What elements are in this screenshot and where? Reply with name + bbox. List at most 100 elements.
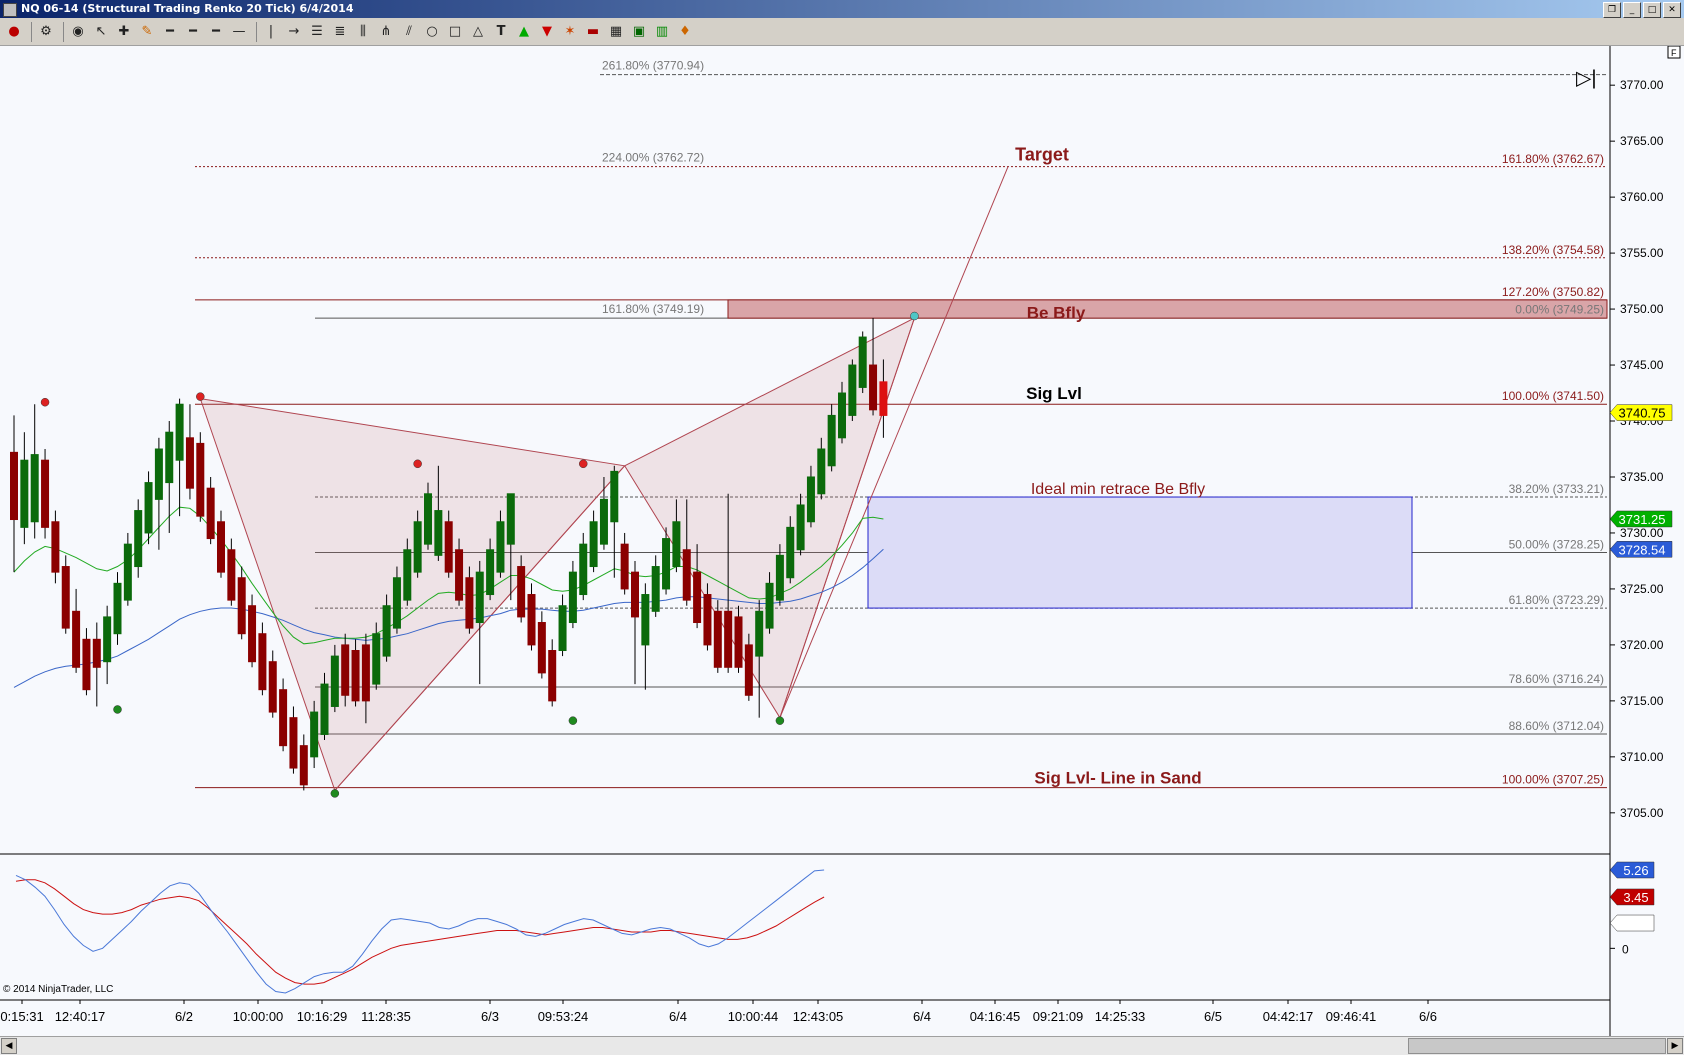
swing-low-dot (113, 705, 122, 714)
vertical-line-icon[interactable]: | (261, 22, 281, 42)
scroll-left-icon[interactable]: ◀ (1, 1038, 17, 1054)
data-box-icon[interactable]: ▦ (606, 22, 626, 42)
candle-body (20, 459, 29, 528)
x-tick-label: 10:16:29 (297, 1009, 348, 1024)
candle-body (434, 510, 443, 556)
x-tick-label: 14:25:33 (1095, 1009, 1146, 1024)
candle-body (496, 521, 505, 573)
candle-body (765, 582, 774, 629)
candle-body (651, 566, 660, 612)
chart-trader-icon[interactable]: ▣ (629, 22, 649, 42)
candle-body (672, 521, 681, 568)
osc-zero-label: 0 (1622, 942, 1629, 956)
cursor-icon[interactable]: ↖ (91, 22, 111, 42)
candle-body (506, 493, 515, 545)
hide-icon[interactable]: ▬ (583, 22, 603, 42)
candle-body (599, 498, 608, 545)
candle-body (61, 566, 70, 629)
y-tick-label: 3705.00 (1620, 806, 1664, 820)
candle-body (817, 448, 826, 495)
swing-high-dot (910, 311, 919, 321)
y-tick-label: 3735.00 (1620, 470, 1664, 484)
candle-body (103, 616, 112, 663)
fib-label-right: 138.20% (3754.58) (1502, 243, 1604, 257)
swing-high-dot (579, 459, 588, 469)
retrace-zone (867, 496, 1413, 609)
scroll-thumb[interactable] (1408, 1038, 1666, 1054)
candle-body (869, 364, 878, 411)
draw-icon[interactable]: ✎ (137, 22, 157, 42)
candle-body (713, 610, 722, 668)
rectangle-icon[interactable]: □ (445, 22, 465, 42)
fib-label-right: 38.20% (3733.21) (1509, 482, 1604, 496)
candle-body (248, 605, 257, 663)
minimize-icon[interactable]: _ (1623, 2, 1641, 18)
swing-low-dot (330, 789, 340, 798)
x-tick-label: 12:40:17 (55, 1009, 106, 1024)
chart-toolbar: ● ⚙ ◉ ↖ ✚ ✎ ━ ━ ━ — | → ☰ ≣ ⫼ ⋔ ⫽ ○ □ △ … (0, 18, 1684, 46)
x-tick-label: 10:00:00 (233, 1009, 284, 1024)
candle-body (92, 638, 101, 668)
ellipse-icon[interactable]: ○ (422, 22, 442, 42)
x-tick-label: 10:00:44 (728, 1009, 779, 1024)
chart-svg[interactable]: 3705.00 3710.00 3715.00 3720.00 3725.00 3730.… (0, 45, 1684, 1036)
x-tick-label: 6/5 (1204, 1009, 1222, 1024)
maximize-icon[interactable]: □ (1643, 2, 1661, 18)
instrument-icon[interactable]: ⚙ (36, 22, 56, 42)
restore-icon[interactable]: ❐ (1603, 2, 1621, 18)
fib-time-icon[interactable]: ⫼ (353, 22, 373, 42)
candle-body (279, 689, 288, 747)
app-icon (3, 3, 17, 17)
ray-icon[interactable]: → (284, 22, 304, 42)
x-tick-label: 6/4 (669, 1009, 687, 1024)
triangle-icon[interactable]: △ (468, 22, 488, 42)
properties-icon[interactable]: ♦ (675, 22, 695, 42)
candle-body (641, 594, 650, 646)
x-tick-label: 6/4 (913, 1009, 931, 1024)
fib-ext-icon[interactable]: ≣ (330, 22, 350, 42)
arrow-down-icon[interactable]: ▼ (537, 22, 557, 42)
candle-body (610, 470, 619, 523)
swing-high-dot (40, 397, 50, 407)
candle-body (310, 711, 319, 758)
candle-body (724, 610, 733, 668)
window-title-bar: NQ 06-14 (Structural Trading Renko 20 Ti… (0, 0, 1684, 18)
andrews-icon[interactable]: ⋔ (376, 22, 396, 42)
candle-body (227, 549, 236, 601)
line-style-2-icon[interactable]: ━ (183, 22, 203, 42)
candle-body (879, 381, 888, 416)
arrow-up-icon[interactable]: ▲ (514, 22, 534, 42)
y-tick-label: 3765.00 (1620, 134, 1664, 148)
candle-body (72, 610, 81, 668)
y-tick-label: 3755.00 (1620, 246, 1664, 260)
oscillator-fast-line (15, 869, 825, 994)
horizontal-scrollbar[interactable]: ◀ ▶ (0, 1036, 1684, 1055)
candle-body (351, 650, 360, 702)
end-of-chart-icon: ▷| (1576, 68, 1597, 90)
line-style-3-icon[interactable]: ━ (206, 22, 226, 42)
y-tick-label: 3760.00 (1620, 190, 1664, 204)
eye-icon[interactable]: ◉ (68, 22, 88, 42)
bar-type-icon[interactable]: ▥ (652, 22, 672, 42)
candle-body (165, 431, 174, 484)
x-tick-label: 04:16:45 (970, 1009, 1021, 1024)
close-icon[interactable]: ✕ (1663, 2, 1681, 18)
pattern-icon[interactable]: ✶ (560, 22, 580, 42)
record-icon[interactable]: ● (4, 22, 24, 42)
line-style-icon[interactable]: ━ (160, 22, 180, 42)
y-tick-label: 3725.00 (1620, 582, 1664, 596)
fib-retrace-icon[interactable]: ☰ (307, 22, 327, 42)
crosshair-icon[interactable]: ✚ (114, 22, 134, 42)
chart-area[interactable]: 3705.00 3710.00 3715.00 3720.00 3725.00 3730.… (0, 45, 1684, 1036)
window-controls: ❐ _ □ ✕ (1603, 2, 1681, 18)
candle-body (82, 638, 91, 691)
line-style-4-icon[interactable]: — (229, 22, 249, 42)
regression-icon[interactable]: ⫽ (399, 22, 419, 42)
y-tick-label: 3750.00 (1620, 302, 1664, 316)
scroll-right-icon[interactable]: ▶ (1667, 1038, 1683, 1054)
candle-body (51, 521, 60, 573)
copyright-text: © 2014 NinjaTrader, LLC (3, 984, 113, 995)
candle-body (134, 510, 143, 568)
text-icon[interactable]: T (491, 22, 511, 42)
fib-label-right: 0.00% (3749.25) (1515, 302, 1604, 316)
